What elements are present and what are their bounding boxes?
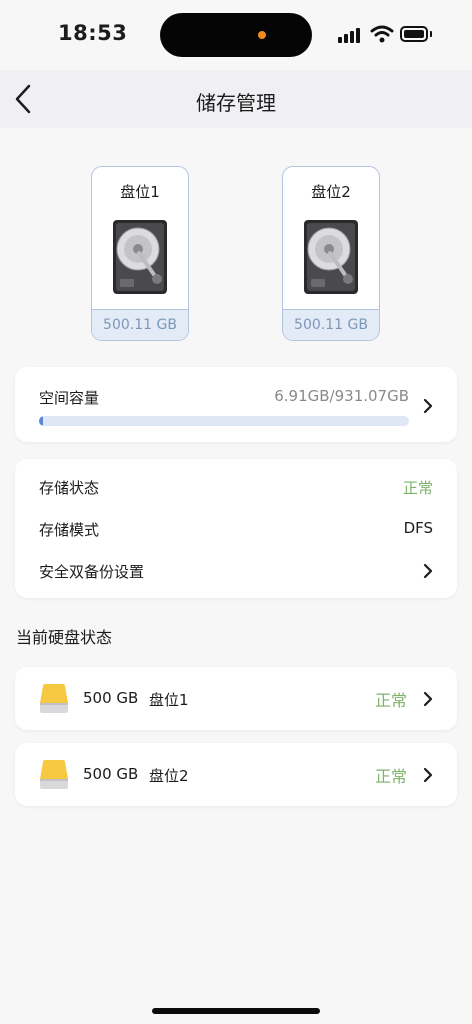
backup-settings-row[interactable]: 安全双备份设置	[15, 550, 457, 592]
home-indicator[interactable]	[152, 1008, 320, 1014]
disk-size: 500 GB	[83, 689, 139, 707]
battery-cap	[430, 31, 432, 37]
section-title: 当前硬盘状态	[16, 628, 113, 647]
storage-mode-row: 存储模式 DFS	[15, 508, 457, 550]
capacity-label: 空间容量	[39, 389, 100, 407]
capacity-progress-fill	[39, 416, 43, 426]
chevron-right-icon	[423, 563, 433, 579]
disk-icon	[40, 684, 68, 713]
cellular-signal-icon	[338, 27, 364, 43]
camera-indicator-dot	[258, 31, 266, 39]
disk-status: 正常	[374, 767, 407, 786]
capacity-card[interactable]: 空间容量 6.91GB/931.07GB	[15, 367, 457, 442]
capacity-progress-bar	[39, 416, 409, 426]
page-title: 储存管理	[196, 91, 276, 115]
navigation-bar: 储存管理	[0, 70, 472, 128]
storage-management-screen: 18:53 储存管理 盘位1 500.11 GB 盘位2 500.11 GB 空…	[0, 0, 472, 1024]
capacity-value: 6.91GB/931.07GB	[274, 387, 409, 405]
storage-status-row: 存储状态 正常	[15, 466, 457, 508]
bay-size: 500.11 GB	[283, 309, 379, 340]
status-bar: 18:53	[0, 0, 472, 70]
hard-drive-icon	[304, 220, 358, 294]
battery-icon	[400, 26, 428, 42]
bay-label: 盘位1	[120, 183, 160, 201]
disk-row-1[interactable]: 500 GB 盘位1 正常	[15, 667, 457, 730]
disk-icon	[40, 760, 68, 789]
disk-bay-name: 盘位1	[149, 691, 189, 709]
storage-mode-value: DFS	[403, 519, 433, 537]
chevron-right-icon	[423, 691, 433, 707]
disk-status: 正常	[374, 691, 407, 710]
storage-status-label: 存储状态	[39, 479, 100, 497]
disk-row-2[interactable]: 500 GB 盘位2 正常	[15, 743, 457, 806]
disk-size: 500 GB	[83, 765, 139, 783]
bay-label: 盘位2	[311, 183, 351, 201]
bay-size: 500.11 GB	[92, 309, 188, 340]
chevron-right-icon	[423, 398, 433, 414]
status-time: 18:53	[58, 21, 128, 45]
storage-status-value: 正常	[402, 479, 433, 497]
storage-mode-label: 存储模式	[39, 521, 100, 539]
disk-bay-2[interactable]: 盘位2 500.11 GB	[282, 166, 380, 341]
backup-settings-label: 安全双备份设置	[39, 563, 145, 581]
disk-bay-name: 盘位2	[149, 767, 189, 785]
hard-drive-icon	[113, 220, 167, 294]
storage-info-card: 存储状态 正常 存储模式 DFS 安全双备份设置	[15, 459, 457, 598]
dynamic-island	[160, 13, 312, 57]
wifi-icon	[370, 25, 394, 43]
disk-bay-1[interactable]: 盘位1 500.11 GB	[91, 166, 189, 341]
chevron-right-icon	[423, 767, 433, 783]
